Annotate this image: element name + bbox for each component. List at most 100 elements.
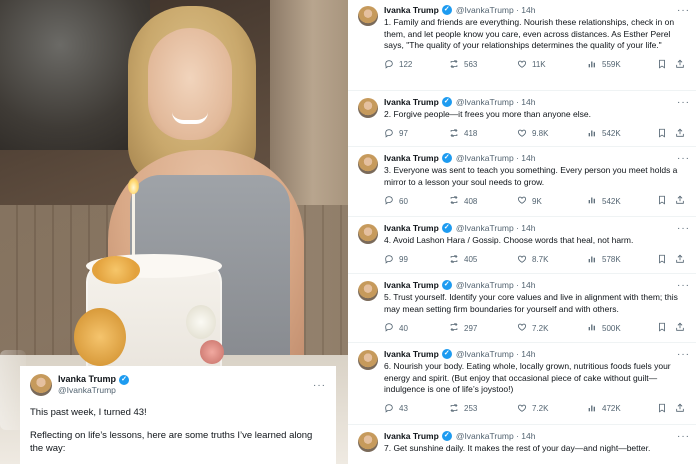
views-button[interactable]: 500K (587, 322, 657, 334)
repost-button[interactable]: 253 (449, 403, 517, 415)
thread-tweet[interactable]: Ivanka Trump ✓ @IvankaTrump · 14h ··· 1.… (348, 4, 696, 71)
thread-tweet[interactable]: Ivanka Trump ✓ @IvankaTrump · 14h ··· 3.… (348, 152, 696, 207)
bookmark-button[interactable] (657, 403, 675, 415)
avatar[interactable] (358, 432, 378, 452)
more-icon[interactable]: ··· (677, 5, 690, 16)
tweet-header: Ivanka Trump ✓ @IvankaTrump · 14h ··· (384, 222, 690, 234)
more-icon[interactable]: ··· (677, 223, 690, 234)
reply-button[interactable]: 97 (384, 128, 449, 140)
like-button[interactable]: 7.2K (517, 322, 587, 334)
more-icon[interactable]: ··· (677, 431, 690, 442)
verified-icon: ✓ (441, 431, 452, 441)
overlay-tweet-card[interactable]: Ivanka Trump ✓ @IvankaTrump ··· This pas… (20, 366, 336, 464)
author-handle[interactable]: @IvankaTrump · 14h (456, 280, 536, 290)
thread-tweet[interactable]: Ivanka Trump ✓ @IvankaTrump · 14h ··· 5.… (348, 279, 696, 334)
share-button[interactable] (675, 322, 690, 334)
repost-button[interactable]: 418 (449, 128, 517, 140)
thread-tweet[interactable]: Ivanka Trump ✓ @IvankaTrump · 14h ··· 2.… (348, 96, 696, 140)
verified-icon: ✓ (441, 349, 452, 359)
author-name[interactable]: Ivanka Trump (384, 431, 439, 441)
tweet-text: 4. Avoid Lashon Hara / Gossip. Choose wo… (384, 235, 634, 245)
author-name[interactable]: Ivanka Trump (384, 97, 439, 107)
like-count: 9K (532, 196, 542, 206)
bookmark-button[interactable] (657, 322, 675, 334)
avatar[interactable] (358, 224, 378, 244)
author-handle[interactable]: @IvankaTrump · 14h (456, 153, 536, 163)
author-handle[interactable]: @IvankaTrump · 14h (456, 97, 536, 107)
views-button[interactable]: 542K (587, 195, 657, 207)
author-name[interactable]: Ivanka Trump (384, 280, 439, 290)
like-button[interactable]: 9K (517, 195, 587, 207)
share-button[interactable] (675, 254, 690, 266)
author-name[interactable]: Ivanka Trump (384, 5, 439, 15)
like-button[interactable]: 7.2K (517, 403, 587, 415)
reply-button[interactable]: 40 (384, 322, 449, 334)
repost-count: 418 (464, 129, 478, 138)
tweet-header: Ivanka Trump ✓ @IvankaTrump · 14h ··· (384, 348, 690, 360)
avatar[interactable] (358, 350, 378, 370)
more-icon[interactable]: ··· (677, 153, 690, 164)
author-handle[interactable]: @IvankaTrump · 14h (456, 5, 536, 15)
cake-flower (74, 308, 126, 366)
share-button[interactable] (675, 403, 690, 415)
views-button[interactable]: 559K (587, 59, 657, 71)
avatar[interactable] (358, 281, 378, 301)
avatar[interactable] (358, 98, 378, 118)
author-handle[interactable]: @IvankaTrump · 14h (456, 349, 536, 359)
avatar[interactable] (30, 374, 52, 396)
tweet-actions: 43 253 7.2K 472K (384, 403, 690, 415)
share-button[interactable] (675, 128, 690, 140)
share-button[interactable] (675, 195, 690, 207)
bookmark-icon (657, 59, 672, 71)
repost-button[interactable]: 563 (449, 59, 517, 71)
repost-icon (449, 128, 464, 140)
more-icon[interactable]: ··· (677, 97, 690, 108)
reply-button[interactable]: 60 (384, 195, 449, 207)
author-name[interactable]: Ivanka Trump (58, 374, 116, 385)
more-icon[interactable]: ··· (677, 349, 690, 360)
bookmark-icon (657, 403, 672, 415)
author-handle[interactable]: @IvankaTrump · 14h (456, 431, 536, 441)
bookmark-button[interactable] (657, 59, 675, 71)
thread-tweet[interactable]: Ivanka Trump ✓ @IvankaTrump · 14h ··· 4.… (348, 222, 696, 266)
avatar[interactable] (358, 6, 378, 26)
views-button[interactable]: 472K (587, 403, 657, 415)
cake-flower (186, 305, 216, 339)
repost-button[interactable]: 408 (449, 195, 517, 207)
views-button[interactable]: 542K (587, 128, 657, 140)
more-icon[interactable]: ··· (677, 280, 690, 291)
share-button[interactable] (675, 59, 690, 71)
thread-tweet[interactable]: Ivanka Trump ✓ @IvankaTrump · 14h ··· 7.… (348, 430, 696, 455)
reply-button[interactable]: 122 (384, 59, 449, 71)
thread-tweet[interactable]: Ivanka Trump ✓ @IvankaTrump · 14h ··· 6.… (348, 348, 696, 415)
views-icon (587, 59, 602, 71)
like-button[interactable]: 11K (517, 59, 587, 71)
views-count: 542K (602, 129, 621, 138)
like-button[interactable]: 9.8K (517, 128, 587, 140)
author-name[interactable]: Ivanka Trump (384, 349, 439, 359)
tweet-divider (348, 342, 696, 343)
repost-button[interactable]: 297 (449, 322, 517, 334)
author-handle[interactable]: @IvankaTrump (58, 385, 129, 396)
bookmark-icon (657, 254, 672, 266)
bookmark-button[interactable] (657, 128, 675, 140)
avatar[interactable] (358, 154, 378, 174)
bookmark-button[interactable] (657, 254, 675, 266)
views-button[interactable]: 578K (587, 254, 657, 266)
repost-count: 297 (464, 323, 478, 333)
tweet-content: Ivanka Trump ✓ @IvankaTrump · 14h ··· 6.… (384, 348, 690, 415)
tweet-content: Ivanka Trump ✓ @IvankaTrump · 14h ··· 2.… (384, 96, 690, 140)
more-icon[interactable]: ··· (313, 380, 326, 391)
author-handle[interactable]: @IvankaTrump · 14h (456, 223, 536, 233)
views-icon (587, 195, 602, 207)
author-name[interactable]: Ivanka Trump (384, 223, 439, 233)
repost-button[interactable]: 405 (449, 254, 517, 266)
author-name[interactable]: Ivanka Trump (384, 153, 439, 163)
like-button[interactable]: 8.7K (517, 254, 587, 266)
reply-button[interactable]: 99 (384, 254, 449, 266)
bookmark-button[interactable] (657, 195, 675, 207)
verified-icon: ✓ (441, 153, 452, 163)
repost-count: 405 (464, 255, 478, 264)
reply-button[interactable]: 43 (384, 403, 449, 415)
repost-icon (449, 195, 464, 207)
